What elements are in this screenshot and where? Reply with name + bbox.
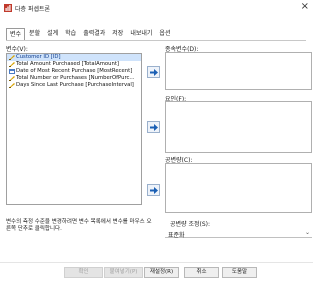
tab-output[interactable]: 출력결과 [80, 28, 108, 40]
tab-architecture[interactable]: 설계 [44, 28, 61, 40]
covariates-list[interactable] [165, 163, 312, 213]
rescale-select[interactable]: 표준화 ⌄ [165, 229, 312, 239]
ok-button[interactable]: 확인 [64, 267, 103, 278]
variable-label: Date of Most Recent Purchase [MostRecent… [16, 68, 133, 74]
tab-export[interactable]: 내보내기 [127, 28, 155, 40]
move-to-covariates-button[interactable] [147, 184, 160, 196]
app-icon [4, 4, 12, 12]
scale-variable-icon [9, 83, 15, 88]
chevron-down-icon: ⌄ [304, 229, 310, 236]
window-title: 다층 퍼셉트론 [15, 6, 51, 13]
list-item[interactable]: Total Amount Purchased [TotalAmount] [7, 61, 141, 68]
scale-variable-icon [9, 76, 15, 81]
rescale-label: 공변량 조정(S): [170, 221, 211, 228]
tab-save[interactable]: 저장 [109, 28, 126, 40]
arrow-right-icon [149, 68, 158, 76]
tab-divider [6, 40, 306, 41]
tab-training[interactable]: 학습 [62, 28, 79, 40]
list-item[interactable]: Date of Most Recent Purchase [MostRecent… [7, 68, 141, 75]
tab-options[interactable]: 옵션 [156, 28, 173, 40]
scale-variable-icon [9, 62, 15, 67]
list-item[interactable]: Days Since Last Purchase [PurchaseInterv… [7, 82, 141, 89]
help-button[interactable]: 도움말 [222, 267, 257, 278]
list-item[interactable]: Total Number or Purchases [NumberOfPurc.… [7, 75, 141, 82]
measurement-hint: 변수의 측정 수준을 변경하려면 변수 목록에서 변수를 마우스 오른쪽 단추로… [6, 219, 152, 232]
variable-label: Total Number or Purchases [NumberOfPurc.… [16, 75, 135, 81]
factors-list[interactable] [165, 101, 312, 153]
dependent-list[interactable] [165, 52, 312, 90]
tab-variables[interactable]: 변수 [6, 28, 26, 40]
arrow-right-icon [149, 123, 158, 131]
variables-list[interactable]: Customer ID [ID] Total Amount Purchased … [6, 53, 142, 205]
variable-label: Days Since Last Purchase [PurchaseInterv… [16, 82, 134, 88]
rescale-value: 표준화 [168, 232, 185, 239]
arrow-right-icon [149, 186, 158, 194]
move-to-dependent-button[interactable] [147, 66, 160, 78]
paste-button[interactable]: 붙여넣기(P) [104, 267, 143, 278]
move-to-factors-button[interactable] [147, 121, 160, 133]
variable-label: Customer ID [ID] [16, 54, 61, 60]
date-variable-icon [9, 69, 15, 74]
scale-variable-icon [9, 55, 15, 60]
tab-partition[interactable]: 분할 [26, 28, 43, 40]
cancel-button[interactable]: 취소 [184, 267, 219, 278]
reset-button[interactable]: 재설정(R) [144, 267, 179, 278]
button-divider [0, 262, 313, 263]
title-bar: 다층 퍼셉트론 × [0, 0, 313, 16]
variables-label: 변수(V): [6, 46, 28, 53]
list-item[interactable]: Customer ID [ID] [7, 54, 141, 61]
variable-label: Total Amount Purchased [TotalAmount] [16, 61, 119, 67]
close-icon[interactable]: × [301, 1, 309, 13]
tab-bar: 변수 분할 설계 학습 출력결과 저장 내보내기 옵션 [6, 28, 174, 40]
